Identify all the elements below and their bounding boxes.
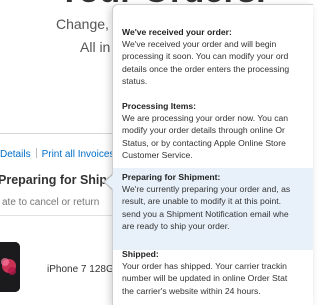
section-text: modify your order details through online… — [122, 125, 285, 136]
product-image — [0, 242, 20, 292]
section-text: are ready to ship your order. — [122, 220, 230, 231]
section-text: number will be updated in online Order S… — [122, 273, 288, 284]
section-text: send you a Shipment Notification email w… — [122, 208, 289, 219]
section-text: Customer Service. — [122, 149, 193, 160]
item-divider — [0, 215, 118, 216]
section-text: We've received your order and will begin — [122, 39, 277, 49]
section-divider — [0, 133, 120, 134]
section-title: Preparing for Shipment: — [122, 172, 221, 182]
section-text: details once the order enters the proces… — [122, 63, 290, 74]
popover-section-received: We've received your order: We've receive… — [113, 27, 313, 87]
section-text: status. — [122, 75, 148, 86]
status-note: ate to cancel or return — [2, 197, 100, 208]
order-links: Details Print all Invoices — [0, 148, 114, 160]
section-title: We've received your order: — [122, 27, 232, 37]
popover-section-preparing: Preparing for Shipment: We're currently … — [113, 168, 313, 250]
link-separator — [35, 148, 37, 158]
section-text: processing it soon. You can modify your … — [122, 51, 289, 62]
section-text: Status, or by contacting Apple Online St… — [122, 137, 286, 148]
section-text: the carrier's website within 24 hours. — [122, 285, 261, 296]
status-help-popover: We've received your order: We've receive… — [112, 4, 313, 305]
details-link[interactable]: Details — [0, 149, 31, 160]
popover-section-shipped: Shipped: Your order has shipped. Your ca… — [113, 249, 313, 297]
section-text: Your order has shipped. Your carrier tra… — [122, 261, 287, 271]
section-text: We're currently preparing your order and… — [122, 184, 291, 194]
section-title: Processing Items: — [122, 101, 197, 111]
popover-arrow-fill — [105, 174, 114, 190]
iphone-image-icon — [0, 242, 20, 292]
product-name[interactable]: iPhone 7 128G — [47, 264, 114, 275]
section-text: result, are unable to modify it at this … — [122, 196, 282, 207]
section-title: Shipped: — [122, 249, 159, 259]
popover-section-processing: Processing Items: We are processing your… — [113, 101, 313, 161]
print-invoices-link[interactable]: Print all Invoices — [42, 149, 115, 160]
section-text: We are processing your order now. You ca… — [122, 113, 289, 123]
